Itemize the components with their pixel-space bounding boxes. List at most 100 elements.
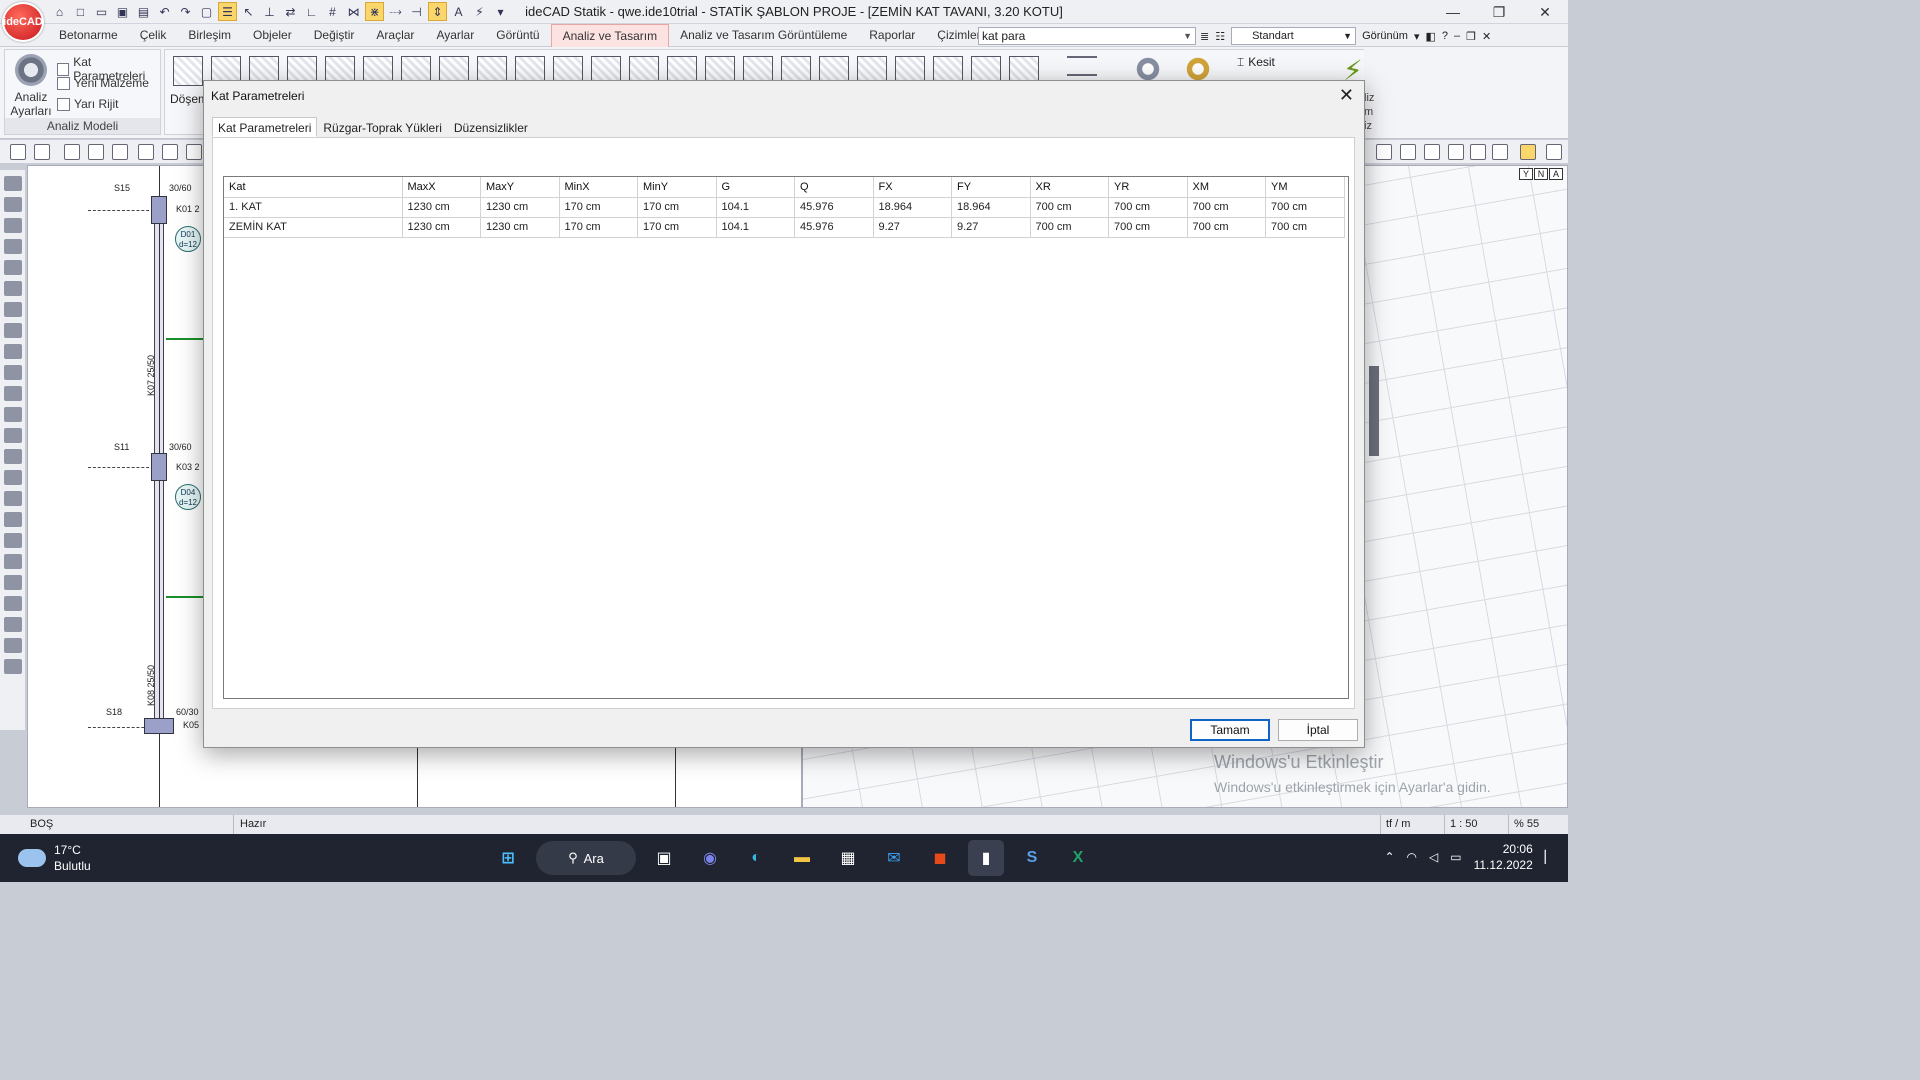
- analiz-ayarlari-button[interactable]: Analiz Ayarları: [9, 54, 53, 118]
- chart-3-icon[interactable]: [1448, 144, 1464, 160]
- menu-birlesim[interactable]: Birleşim: [177, 24, 242, 47]
- battery-icon[interactable]: ▭: [1450, 850, 1461, 864]
- column-header-yr[interactable]: YR: [1108, 177, 1188, 198]
- column-header-kat[interactable]: Kat: [224, 177, 403, 198]
- tool-icon[interactable]: [4, 470, 22, 485]
- table-row[interactable]: ZEMİN KAT 1230 cm 1230 cm 170 cm 170 cm 104.1…: [224, 217, 1345, 238]
- help-icon[interactable]: ?: [1442, 30, 1448, 42]
- table-cell[interactable]: 18.964: [873, 197, 952, 218]
- zoom-icon[interactable]: [10, 144, 26, 160]
- table-cell[interactable]: 700 cm: [1187, 197, 1266, 218]
- column-s11[interactable]: [151, 453, 167, 481]
- tool-icon[interactable]: [4, 575, 22, 590]
- menu-ayarlar[interactable]: Ayarlar: [425, 24, 485, 47]
- table-row[interactable]: 1. KAT 1230 cm 1230 cm 170 cm 170 cm 104.1 45.…: [224, 197, 1345, 218]
- active-view-icon[interactable]: [1520, 144, 1536, 160]
- table-cell[interactable]: 1. KAT: [224, 197, 403, 218]
- notification-icon[interactable]: ▏: [1545, 850, 1554, 864]
- move-icon[interactable]: [186, 144, 202, 160]
- yari-rijit-checkbox[interactable]: Yarı Rijit: [57, 97, 118, 111]
- app-logo[interactable]: ideCAD: [2, 2, 44, 42]
- slab-icon[interactable]: [173, 56, 203, 86]
- minimize-doc-icon[interactable]: –: [1454, 30, 1460, 42]
- tool-icon[interactable]: [4, 512, 22, 527]
- tool-icon[interactable]: [4, 344, 22, 359]
- column-header-fy[interactable]: FY: [951, 177, 1031, 198]
- table-cell[interactable]: 170 cm: [559, 197, 638, 218]
- column-s18[interactable]: [144, 718, 174, 734]
- tool-icon[interactable]: [4, 260, 22, 275]
- status-units[interactable]: tf / m: [1386, 818, 1410, 830]
- tool-icon[interactable]: [4, 386, 22, 401]
- task-view-icon[interactable]: ▣: [646, 840, 682, 876]
- tool-icon[interactable]: [4, 218, 22, 233]
- store-icon[interactable]: ▦: [830, 840, 866, 876]
- slab-tag-d01[interactable]: D01 d=12: [175, 226, 201, 252]
- excel-icon[interactable]: X: [1060, 840, 1096, 876]
- status-zoom[interactable]: % 55: [1514, 818, 1539, 830]
- yeni-malzeme-button[interactable]: Yeni Malzeme: [57, 76, 149, 90]
- view-label[interactable]: Görünüm: [1362, 30, 1408, 42]
- lines-icon[interactable]: [1067, 56, 1097, 76]
- column-header-ym[interactable]: YM: [1265, 177, 1345, 198]
- menu-raporlar[interactable]: Raporlar: [858, 24, 926, 47]
- table-cell[interactable]: 170 cm: [559, 217, 638, 238]
- menu-analiz-goruntuleme[interactable]: Analiz ve Tasarım Görüntüleme: [669, 24, 858, 47]
- table-cell[interactable]: 170 cm: [637, 217, 717, 238]
- tool-icon[interactable]: [4, 197, 22, 212]
- column-header-miny[interactable]: MinY: [637, 177, 717, 198]
- menu-goruntu[interactable]: Görüntü: [485, 24, 550, 47]
- menu-betonarme[interactable]: Betonarme: [48, 24, 129, 47]
- command-search-input[interactable]: kat para ▼: [978, 27, 1196, 45]
- tool-icon[interactable]: [4, 428, 22, 443]
- kat-parameters-grid[interactable]: Kat MaxX MaxY MinX MinY G Q FX FY XR YR XM YM 1. KAT…: [223, 176, 1349, 699]
- view-axis-y[interactable]: Y: [1519, 168, 1533, 180]
- tool-icon[interactable]: [4, 176, 22, 191]
- chart-icon[interactable]: [1400, 144, 1416, 160]
- kesit-button[interactable]: ⌶ Kesit: [1237, 55, 1275, 70]
- weather-widget[interactable]: 17°C Bulutlu: [18, 842, 91, 874]
- chevron-down-icon[interactable]: ▾: [1414, 30, 1420, 43]
- table-cell[interactable]: 700 cm: [1187, 217, 1266, 238]
- clock[interactable]: 20:06 11.12.2022: [1474, 841, 1533, 873]
- table-cell[interactable]: 170 cm: [637, 197, 717, 218]
- tool-icon[interactable]: [4, 659, 22, 674]
- column-header-q[interactable]: Q: [794, 177, 874, 198]
- table-cell[interactable]: 700 cm: [1265, 197, 1345, 218]
- tool-icon[interactable]: [4, 596, 22, 611]
- tab-duzensizlikler[interactable]: Düzensizlikler: [448, 117, 534, 137]
- table-cell[interactable]: 104.1: [716, 217, 795, 238]
- column-header-fx[interactable]: FX: [873, 177, 952, 198]
- table-cell[interactable]: 1230 cm: [402, 197, 481, 218]
- tag-icon[interactable]: [1376, 144, 1392, 160]
- column-header-g[interactable]: G: [716, 177, 795, 198]
- menu-objeler[interactable]: Objeler: [242, 24, 303, 47]
- volume-icon[interactable]: ◁: [1429, 850, 1438, 864]
- table-cell[interactable]: 700 cm: [1265, 217, 1345, 238]
- settings-gear-icon[interactable]: [1135, 56, 1161, 82]
- eraser-icon[interactable]: [162, 144, 178, 160]
- view-axis-n[interactable]: N: [1534, 168, 1548, 180]
- menu-celik[interactable]: Çelik: [129, 24, 178, 47]
- table-cell[interactable]: 45.976: [794, 217, 874, 238]
- tool-icon[interactable]: [4, 365, 22, 380]
- chevron-down-icon[interactable]: ▼: [1183, 28, 1192, 44]
- column-s15[interactable]: [151, 196, 167, 224]
- mail-icon[interactable]: ✉: [876, 840, 912, 876]
- menu-degistir[interactable]: Değiştir: [303, 24, 366, 47]
- ok-button[interactable]: Tamam: [1190, 719, 1270, 741]
- bolt-icon[interactable]: [1492, 144, 1508, 160]
- window-close-icon[interactable]: ✕: [1522, 0, 1568, 24]
- menu-araclar[interactable]: Araçlar: [365, 24, 425, 47]
- table-cell[interactable]: 700 cm: [1030, 217, 1109, 238]
- tool-icon[interactable]: [4, 449, 22, 464]
- edit-icon[interactable]: [112, 144, 128, 160]
- column-header-xr[interactable]: XR: [1030, 177, 1109, 198]
- tool-icon[interactable]: [4, 638, 22, 653]
- restore-icon[interactable]: ❐: [1476, 0, 1522, 24]
- teams-icon[interactable]: ◉: [692, 840, 728, 876]
- table-cell[interactable]: 700 cm: [1108, 217, 1188, 238]
- table-cell[interactable]: 9.27: [951, 217, 1031, 238]
- tool-icon[interactable]: [4, 533, 22, 548]
- table-cell[interactable]: 18.964: [951, 197, 1031, 218]
